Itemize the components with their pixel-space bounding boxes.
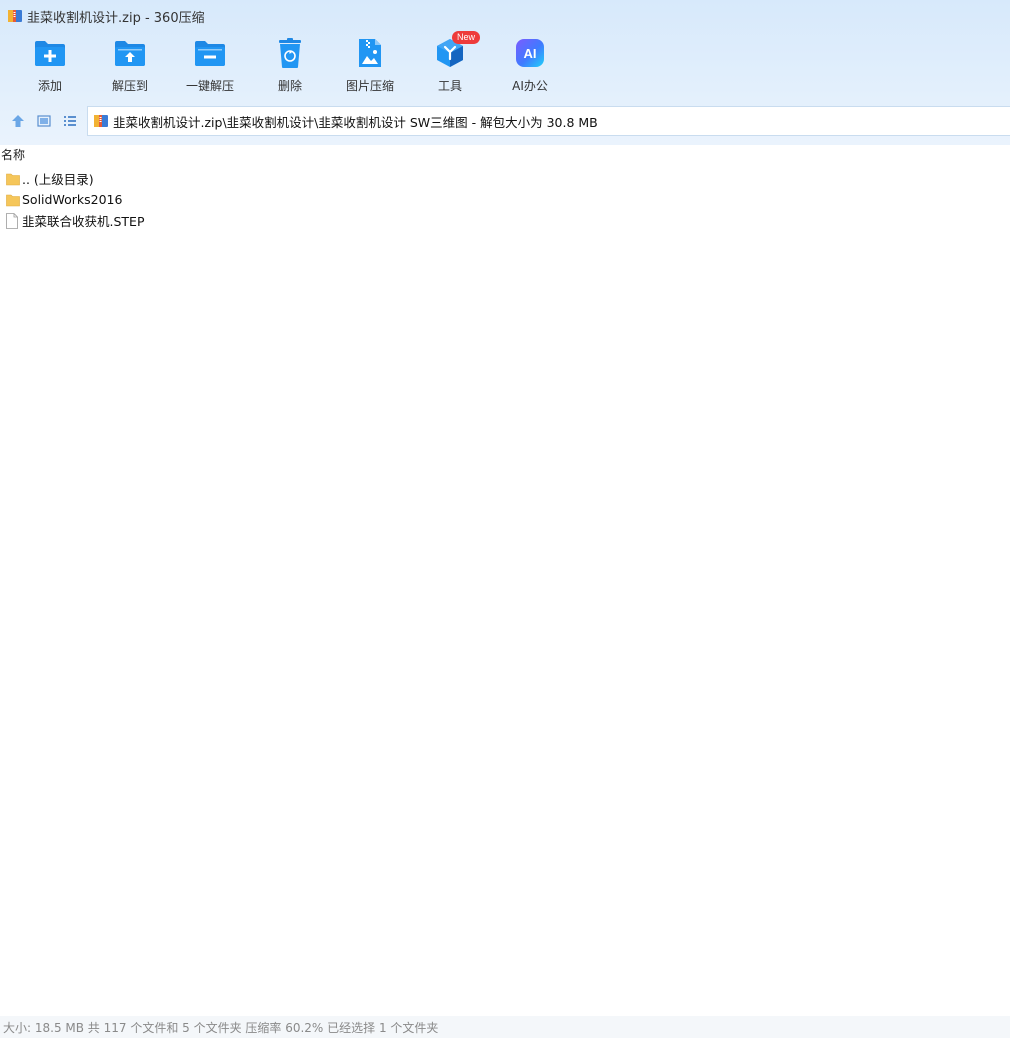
item-name: SolidWorks2016 — [22, 192, 123, 207]
status-bar: 大小: 18.5 MB 共 117 个文件和 5 个文件夹 压缩率 60.2% … — [0, 1016, 1010, 1038]
extract-to-button[interactable]: 解压到 — [90, 36, 170, 98]
one-click-extract-button[interactable]: 一键解压 — [170, 36, 250, 98]
tools-button[interactable]: New 工具 — [410, 31, 490, 98]
image-compress-icon — [353, 36, 387, 70]
recycle-bin-icon — [273, 36, 307, 70]
archive-path: 韭菜收割机设计.zip\韭菜收割机设计\韭菜收割机设计 SW三维图 - 解包大小… — [113, 114, 598, 130]
extract-to-label: 解压到 — [111, 79, 148, 93]
zip-archive-icon — [7, 8, 23, 24]
header: 韭菜收割机设计.zip - 360压缩 添加 解压到 一键解压 删除 图片压缩 … — [0, 0, 1010, 145]
app-window: 韭菜收割机设计.zip - 360压缩 添加 解压到 一键解压 删除 图片压缩 … — [0, 0, 1010, 1038]
delete-label: 删除 — [277, 79, 302, 93]
list-item-file[interactable]: 韭菜联合收获机.STEP — [0, 210, 1010, 231]
title-bar: 韭菜收割机设计.zip - 360压缩 — [0, 0, 1010, 32]
thumbnail-view-icon[interactable] — [31, 106, 57, 136]
item-name: 韭菜联合收获机.STEP — [22, 214, 145, 229]
tools-label: 工具 — [437, 79, 462, 93]
one-click-extract-label: 一键解压 — [185, 79, 234, 93]
file-icon — [6, 212, 20, 229]
new-badge: New — [452, 31, 481, 44]
ai-office-icon: AI — [513, 36, 547, 70]
column-header-name[interactable]: 名称 — [0, 146, 1010, 166]
delete-button[interactable]: 删除 — [250, 36, 330, 98]
list-view-icon[interactable] — [57, 106, 83, 136]
navigation-row: 韭菜收割机设计.zip\韭菜收割机设计\韭菜收割机设计 SW三维图 - 解包大小… — [0, 106, 1010, 136]
one-click-extract-icon — [193, 36, 227, 70]
file-list: .. (上级目录) SolidWorks2016 韭菜联合收获机.STEP — [0, 168, 1010, 231]
ai-glyph: AI — [524, 46, 537, 61]
ai-office-label: AI办公 — [512, 79, 548, 93]
toolbar: 添加 解压到 一键解压 删除 图片压缩 New 工具 AI AI办公 — [10, 31, 570, 100]
add-label: 添加 — [37, 79, 62, 93]
item-name: .. (上级目录) — [22, 172, 94, 187]
folder-icon — [6, 192, 20, 208]
zip-archive-icon — [93, 113, 109, 129]
list-item-parent-directory[interactable]: .. (上级目录) — [0, 168, 1010, 189]
extract-folder-icon — [113, 36, 147, 70]
ai-office-button[interactable]: AI AI办公 — [490, 36, 570, 98]
add-button[interactable]: 添加 — [10, 36, 90, 98]
status-text: 大小: 18.5 MB 共 117 个文件和 5 个文件夹 压缩率 60.2% … — [3, 1020, 439, 1035]
folder-icon — [6, 171, 20, 187]
image-compress-label: 图片压缩 — [345, 79, 394, 93]
window-title: 韭菜收割机设计.zip - 360压缩 — [27, 10, 205, 26]
address-bar[interactable]: 韭菜收割机设计.zip\韭菜收割机设计\韭菜收割机设计 SW三维图 - 解包大小… — [87, 106, 1010, 136]
add-folder-icon — [33, 36, 67, 70]
image-compress-button[interactable]: 图片压缩 — [330, 36, 410, 98]
list-item-folder[interactable]: SolidWorks2016 — [0, 189, 1010, 210]
up-arrow-icon[interactable] — [5, 106, 31, 136]
